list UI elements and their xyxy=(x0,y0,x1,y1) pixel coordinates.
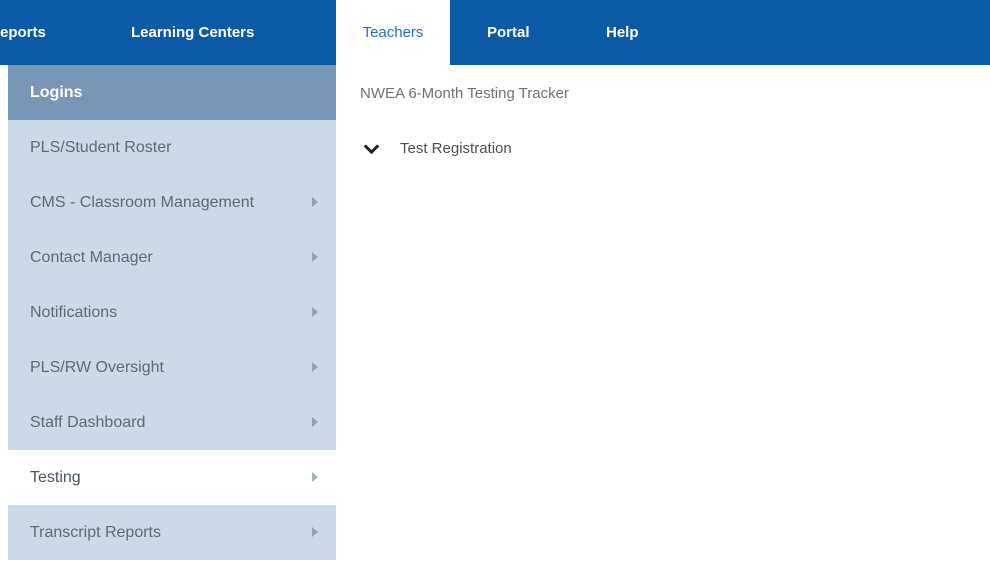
sidebar-item-contact-manager[interactable]: Contact Manager xyxy=(8,230,336,285)
sidebar-item-testing[interactable]: Testing xyxy=(8,450,336,505)
chevron-right-icon xyxy=(312,472,318,482)
chevron-right-icon xyxy=(312,362,318,372)
sidebar-item-cms-classroom-management[interactable]: CMS - Classroom Management xyxy=(8,175,336,230)
chevron-right-icon xyxy=(312,252,318,262)
sidebar-item-staff-dashboard[interactable]: Staff Dashboard xyxy=(8,395,336,450)
sidebar-item-pls-student-roster[interactable]: PLS/Student Roster xyxy=(8,120,336,175)
sidebar-item-label: Notifications xyxy=(30,304,118,321)
sidebar-item-label: CMS - Classroom Management xyxy=(30,194,255,211)
chevron-down-icon[interactable] xyxy=(363,138,380,155)
sidebar-item-logins[interactable]: Logins xyxy=(8,65,336,120)
sidebar-item-label: Testing xyxy=(30,469,81,486)
nav-item-portal[interactable]: Portal xyxy=(487,0,530,65)
top-navigation-bar: eports Learning Centers Teachers Portal … xyxy=(0,0,990,65)
sidebar-menu: Logins PLS/Student Roster CMS - Classroo… xyxy=(8,65,336,561)
chevron-right-icon xyxy=(312,197,318,207)
section-label[interactable]: Test Registration xyxy=(400,137,512,161)
sidebar-item-pls-rw-oversight[interactable]: PLS/RW Oversight xyxy=(8,340,336,395)
nav-item-learning-centers[interactable]: Learning Centers xyxy=(131,0,254,65)
sidebar-item-label: Staff Dashboard xyxy=(30,414,146,431)
nav-item-reports[interactable]: eports xyxy=(0,0,46,65)
sidebar-item-label: PLS/Student Roster xyxy=(30,139,172,156)
sidebar-item-label: Contact Manager xyxy=(30,249,153,266)
sidebar-item-transcript-reports[interactable]: Transcript Reports xyxy=(8,505,336,560)
chevron-right-icon xyxy=(312,307,318,317)
page-title: NWEA 6-Month Testing Tracker xyxy=(360,85,569,102)
sidebar-item-notifications[interactable]: Notifications xyxy=(8,285,336,340)
nav-item-teachers[interactable]: Teachers xyxy=(336,0,450,65)
sidebar-item-label: Transcript Reports xyxy=(30,524,161,541)
sidebar-item-label: PLS/RW Oversight xyxy=(30,359,164,376)
sidebar-item-label: Logins xyxy=(30,84,83,101)
chevron-right-icon xyxy=(312,527,318,537)
nav-item-help[interactable]: Help xyxy=(606,0,639,65)
chevron-right-icon xyxy=(312,417,318,427)
